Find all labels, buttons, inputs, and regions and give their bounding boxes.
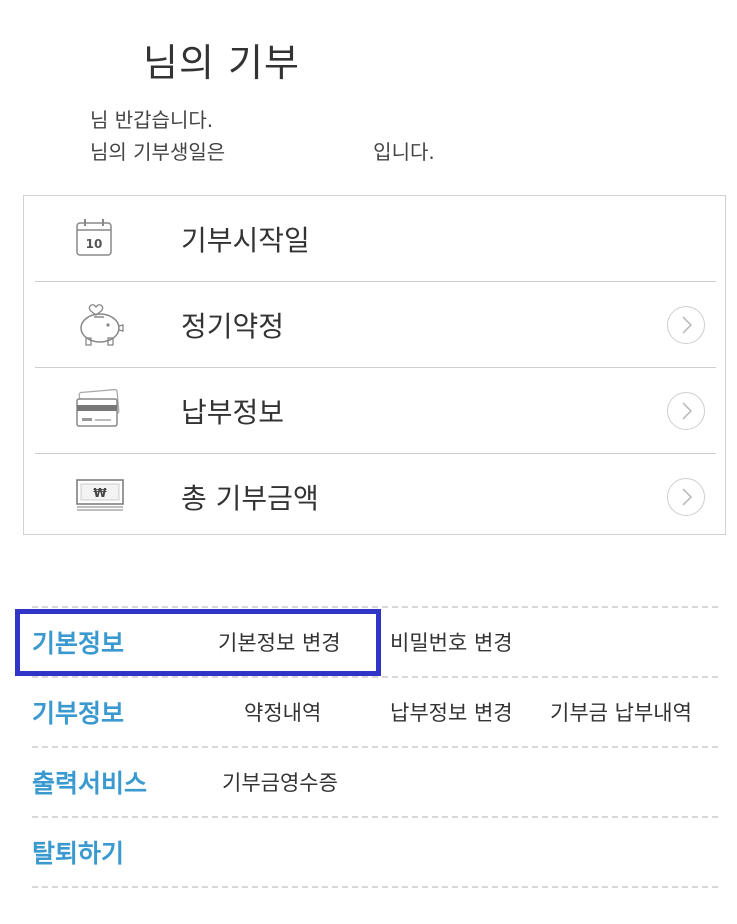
account-menu: 기본정보 기본정보 변경 비밀번호 변경 기부정보 약정내역 납부정보 변경 기… bbox=[32, 606, 718, 888]
link-donation-payment-history[interactable]: 기부금 납부내역 bbox=[550, 697, 692, 727]
menu-row-basic-info: 기본정보 기본정보 변경 비밀번호 변경 bbox=[32, 606, 718, 676]
link-donation-receipt[interactable]: 기부금영수증 bbox=[222, 767, 338, 797]
link-change-payment-info[interactable]: 납부정보 변경 bbox=[390, 697, 513, 727]
greeting-line-1: 님 반갑습니다. bbox=[90, 108, 214, 132]
menu-title-donation-info[interactable]: 기부정보 bbox=[32, 694, 124, 730]
chevron-right-icon[interactable] bbox=[667, 478, 705, 516]
menu-title-basic-info[interactable]: 기본정보 bbox=[32, 624, 124, 660]
page-title: 님의 기부 bbox=[143, 41, 300, 85]
greeting: 님 반갑습니다. 님의 기부생일은 입니다. bbox=[90, 104, 435, 168]
summary-row-regular-pledge[interactable]: 정기약정 bbox=[35, 282, 716, 368]
chevron-right-icon[interactable] bbox=[667, 305, 705, 344]
svg-text:₩: ₩ bbox=[93, 486, 107, 500]
menu-title-withdraw[interactable]: 탈퇴하기 bbox=[32, 834, 124, 870]
birthday-suffix: 입니다. bbox=[373, 140, 435, 164]
svg-text:10: 10 bbox=[86, 237, 103, 251]
won-bill-icon: ₩ bbox=[75, 476, 125, 518]
birthday-prefix: 님의 기부생일은 bbox=[90, 140, 226, 164]
summary-label-total-amount: 총 기부금액 bbox=[181, 482, 319, 515]
link-pledge-history[interactable]: 약정내역 bbox=[244, 697, 321, 727]
summary-label-regular-pledge: 정기약정 bbox=[181, 309, 285, 343]
summary-row-start-date: 10 기부시작일 bbox=[35, 196, 716, 282]
donation-summary-box: 10 기부시작일 정기약정 납부정보 ₩ 총 기부금액 bbox=[23, 195, 726, 535]
menu-row-donation-info: 기부정보 약정내역 납부정보 변경 기부금 납부내역 bbox=[32, 676, 718, 746]
link-change-password[interactable]: 비밀번호 변경 bbox=[390, 627, 513, 657]
menu-row-print-service: 출력서비스 기부금영수증 bbox=[32, 746, 718, 816]
summary-row-total-amount[interactable]: ₩ 총 기부금액 bbox=[35, 454, 716, 540]
calendar-icon: 10 bbox=[75, 217, 113, 261]
link-change-basic-info[interactable]: 기본정보 변경 bbox=[218, 627, 341, 657]
summary-label-start-date: 기부시작일 bbox=[181, 223, 310, 257]
credit-card-icon bbox=[75, 388, 121, 433]
piggy-bank-icon bbox=[75, 298, 125, 352]
greeting-line-2: 님의 기부생일은 입니다. bbox=[90, 136, 435, 168]
summary-row-payment-info[interactable]: 납부정보 bbox=[35, 368, 716, 454]
summary-label-payment-info: 납부정보 bbox=[181, 395, 285, 429]
menu-row-withdraw: 탈퇴하기 bbox=[32, 816, 718, 888]
chevron-right-icon[interactable] bbox=[667, 391, 705, 430]
menu-title-print-service[interactable]: 출력서비스 bbox=[32, 764, 147, 800]
